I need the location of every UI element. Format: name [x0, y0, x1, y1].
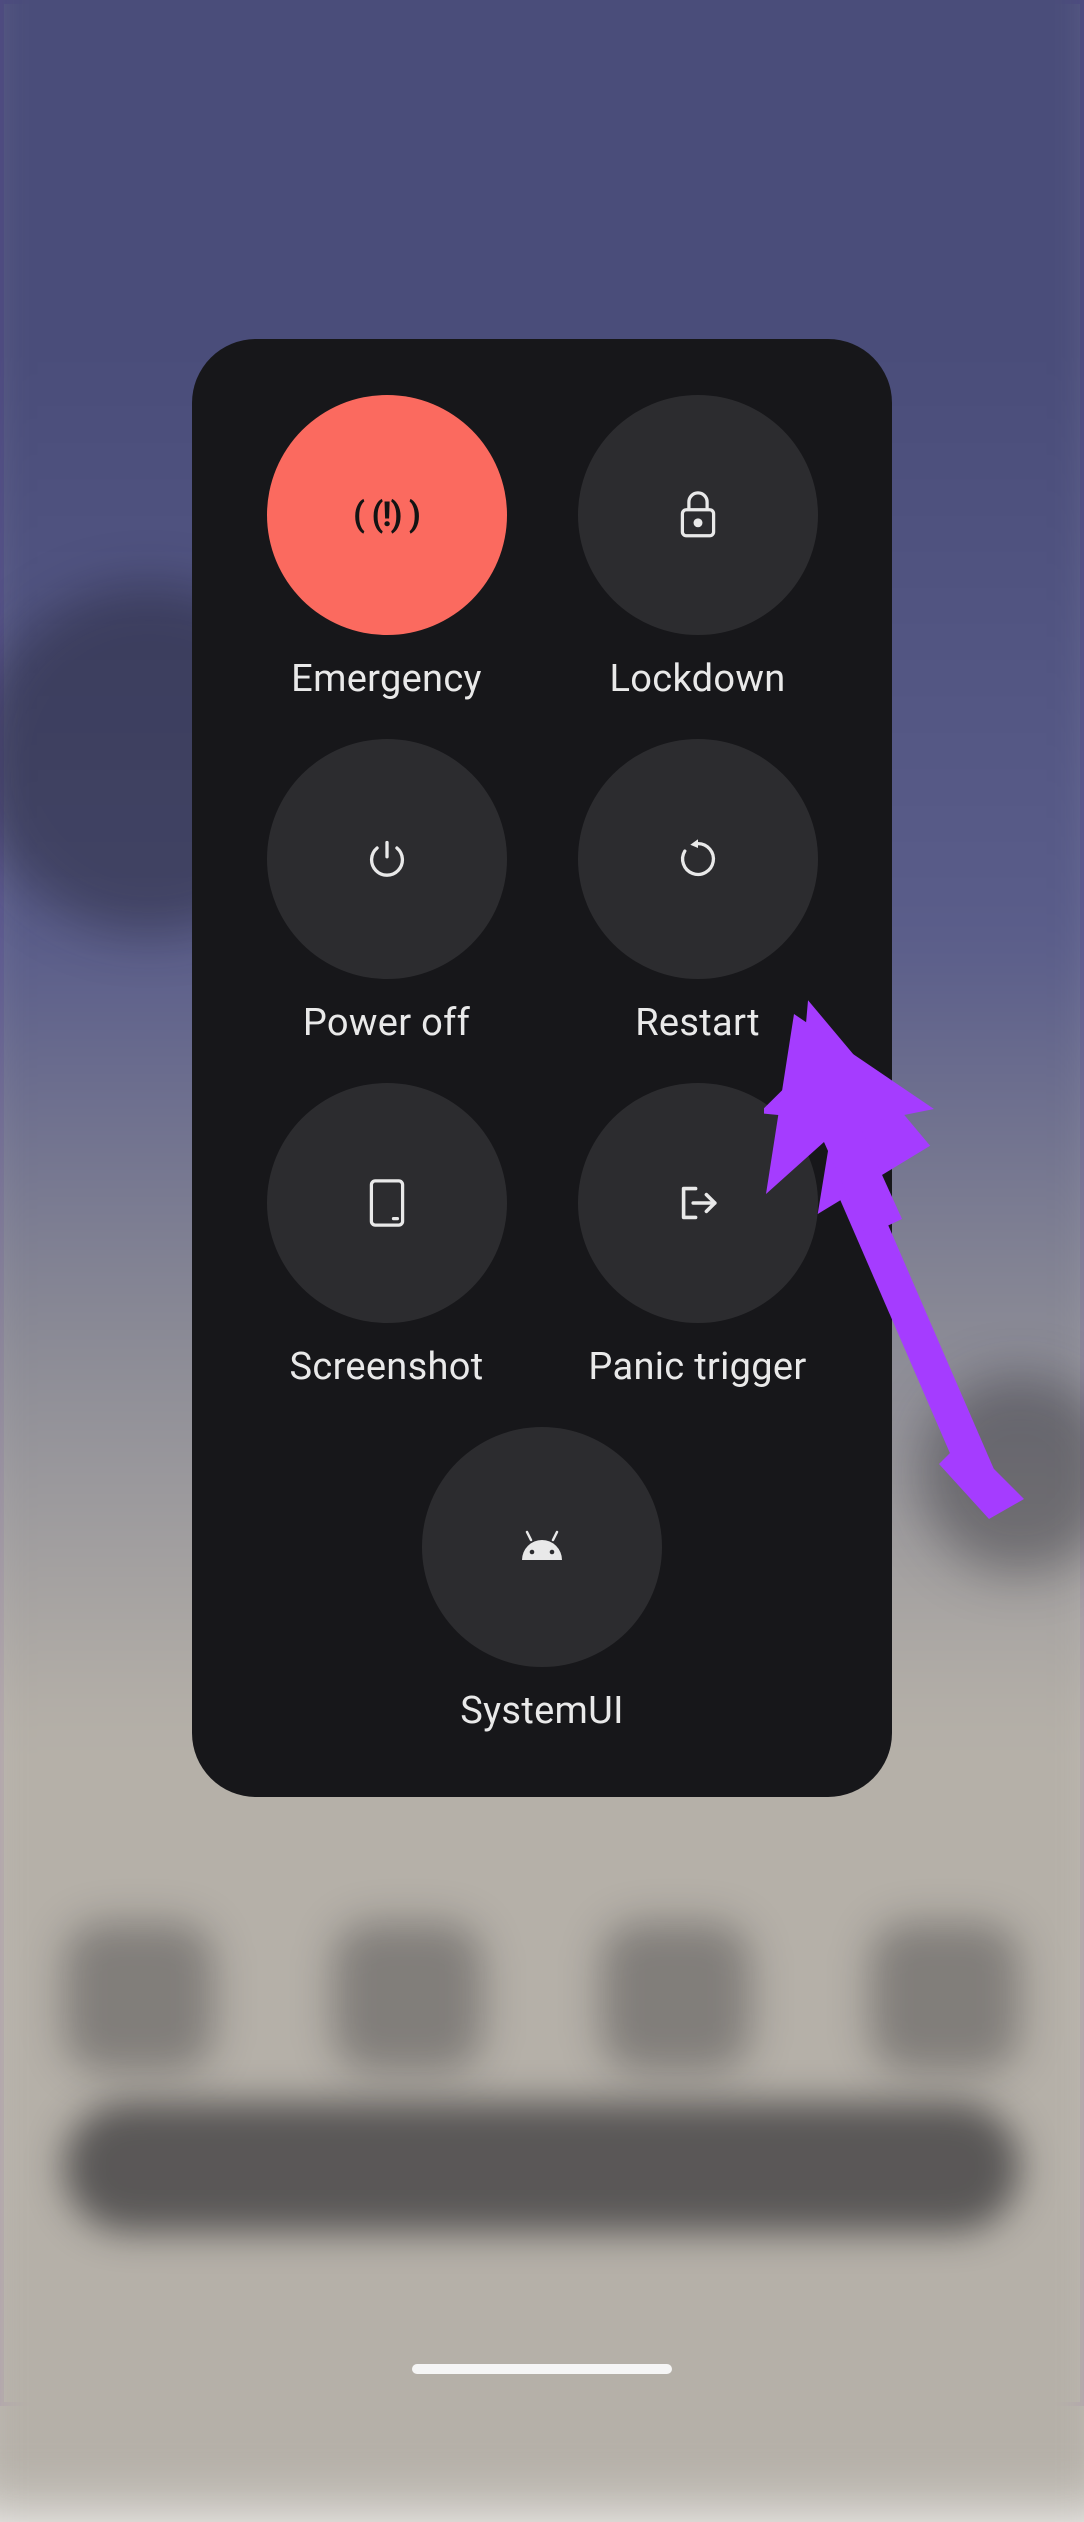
power-menu-grid: ( (!) ) Emergency Lockdown — [236, 395, 848, 1733]
restart-circle — [578, 739, 818, 979]
poweroff-circle — [267, 739, 507, 979]
poweroff-button[interactable]: Power off — [236, 739, 537, 1045]
power-icon — [361, 833, 413, 885]
emergency-label: Emergency — [291, 657, 482, 701]
screenshot-circle — [267, 1083, 507, 1323]
systemui-circle — [422, 1427, 662, 1667]
android-icon — [516, 1521, 568, 1573]
gesture-nav-bar[interactable] — [412, 2364, 672, 2374]
lockdown-label: Lockdown — [610, 657, 786, 701]
background-searchbar — [64, 2102, 1020, 2232]
screenshot-label: Screenshot — [290, 1345, 484, 1389]
emergency-circle: ( (!) ) — [267, 395, 507, 635]
lockdown-button[interactable]: Lockdown — [547, 395, 848, 701]
panic-circle — [578, 1083, 818, 1323]
emergency-button[interactable]: ( (!) ) Emergency — [236, 395, 537, 701]
restart-button[interactable]: Restart — [547, 739, 848, 1045]
background-dock — [64, 1922, 1020, 2072]
systemui-button[interactable]: SystemUI — [236, 1427, 848, 1733]
restart-icon — [672, 833, 724, 885]
panic-button[interactable]: Panic trigger — [547, 1083, 848, 1389]
exit-icon — [672, 1177, 724, 1229]
systemui-label: SystemUI — [460, 1689, 623, 1733]
lock-icon — [672, 489, 724, 541]
emergency-icon: ( (!) ) — [361, 489, 413, 541]
restart-label: Restart — [635, 1001, 760, 1045]
power-menu-panel: ( (!) ) Emergency Lockdown — [192, 339, 892, 1797]
screenshot-button[interactable]: Screenshot — [236, 1083, 537, 1389]
lockdown-circle — [578, 395, 818, 635]
poweroff-label: Power off — [303, 1001, 470, 1045]
panic-label: Panic trigger — [588, 1345, 806, 1389]
screenshot-icon — [361, 1177, 413, 1229]
